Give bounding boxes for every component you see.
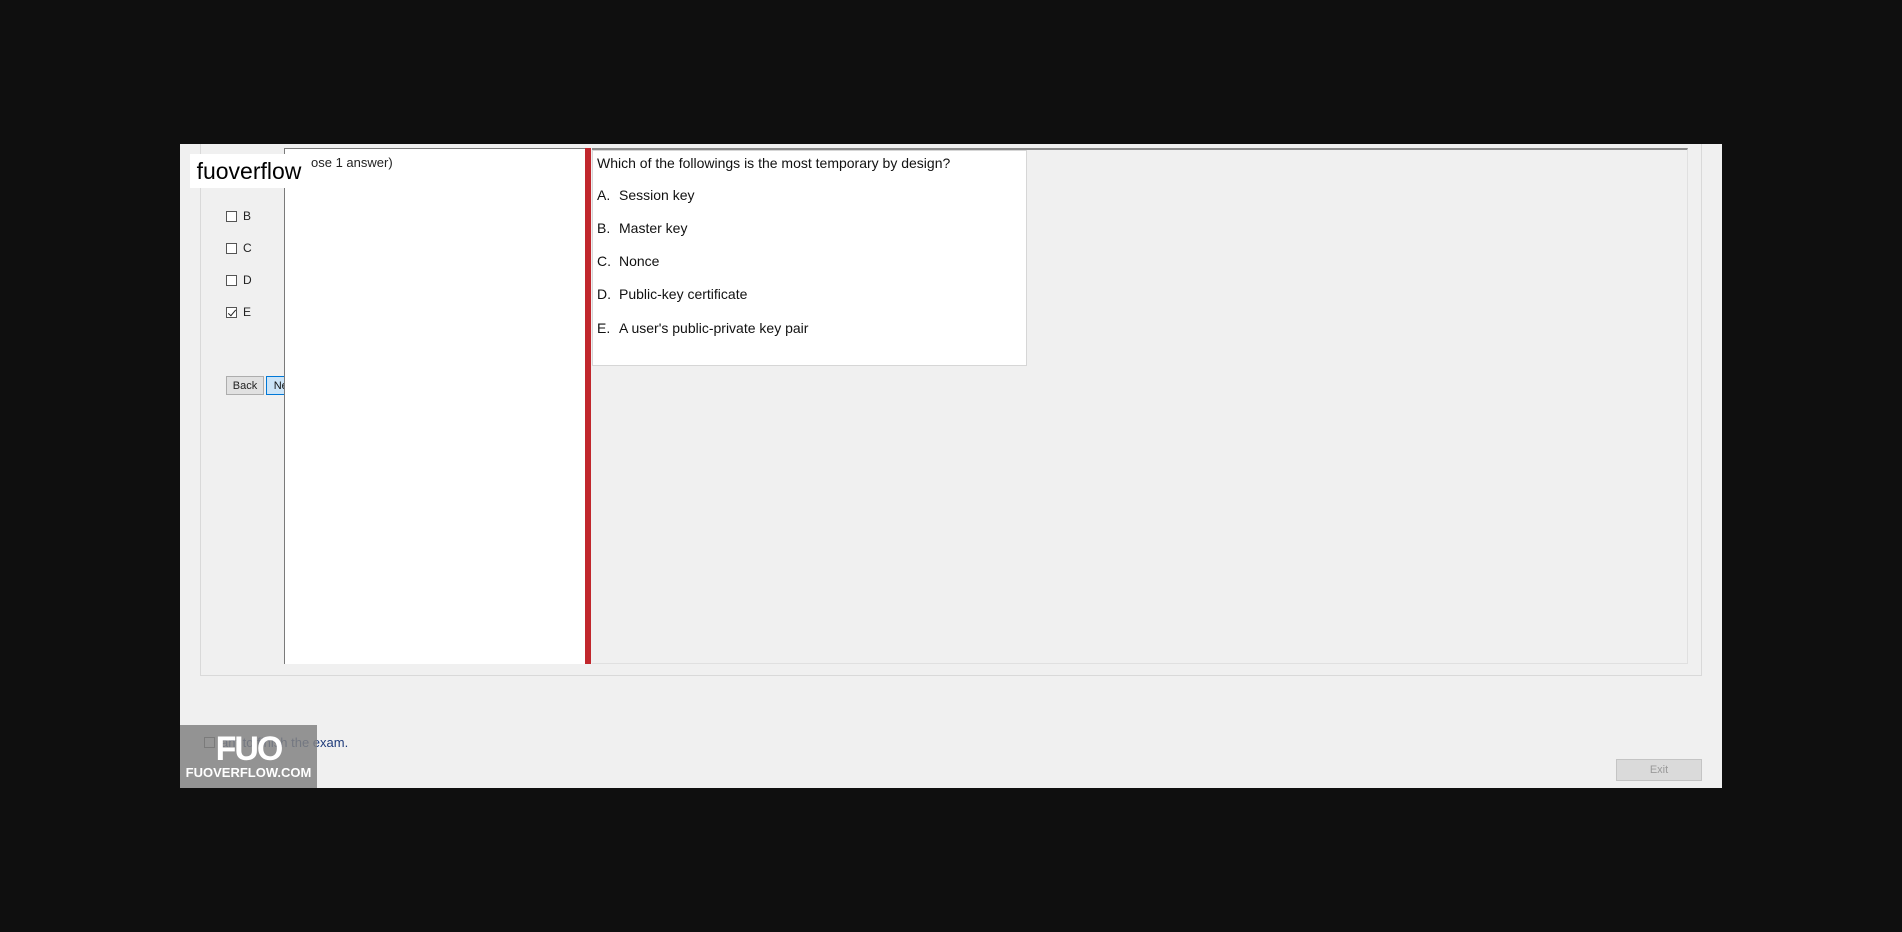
choice-d-text: Public-key certificate	[619, 286, 748, 302]
watermark-logo-mark: FUO	[215, 729, 284, 768]
choice-a-text: Session key	[619, 187, 695, 203]
question-box: Which of the followings is the most temp…	[592, 150, 1027, 366]
option-e-checkbox[interactable]	[226, 306, 237, 318]
pane-splitter[interactable]	[585, 148, 591, 664]
option-b[interactable]: B	[226, 208, 251, 224]
exit-button[interactable]: Exit	[1616, 759, 1702, 781]
choice-b-text: Master key	[619, 220, 688, 236]
option-d[interactable]: D	[226, 272, 252, 288]
answer-pane: ose 1 answer)	[284, 148, 586, 664]
option-b-checkbox[interactable]	[226, 210, 237, 222]
question-area: Which of the followings is the most temp…	[592, 148, 1688, 664]
choice-e-text: A user's public-private key pair	[619, 320, 809, 336]
option-c-checkbox[interactable]	[226, 242, 237, 254]
option-b-label: B	[243, 209, 252, 223]
exam-window: A B C D E Back Next ose 1 answer) Which …	[180, 144, 1722, 788]
watermark-label: fuoverflow	[190, 154, 308, 188]
choice-c-text: Nonce	[619, 253, 660, 269]
option-d-checkbox[interactable]	[226, 274, 237, 286]
choice-e-letter: E.	[597, 320, 611, 336]
choice-d-letter: D.	[597, 286, 611, 302]
answer-hint: ose 1 answer)	[311, 155, 393, 170]
question-text: Which of the followings is the most temp…	[597, 155, 951, 171]
option-c-label: C	[243, 241, 252, 255]
back-button[interactable]: Back	[226, 376, 264, 395]
choice-b-letter: B.	[597, 220, 611, 236]
watermark-logo-sub: FUOVERFLOW.COM	[185, 764, 312, 780]
watermark-logo: FUO FUOVERFLOW.COM	[180, 725, 317, 788]
choice-b: B. Master key	[597, 220, 687, 236]
option-e[interactable]: E	[226, 304, 251, 320]
choice-d: D. Public-key certificate	[597, 286, 747, 302]
choice-e: E. A user's public-private key pair	[597, 320, 808, 336]
choice-c: C. Nonce	[597, 253, 659, 269]
choice-c-letter: C.	[597, 253, 611, 269]
option-e-label: E	[243, 305, 252, 319]
option-d-label: D	[243, 273, 252, 287]
choice-a: A. Session key	[597, 187, 694, 203]
answer-options-column: A B C D E Back Next	[202, 148, 304, 664]
option-c[interactable]: C	[226, 240, 252, 256]
choice-a-letter: A.	[597, 187, 611, 203]
